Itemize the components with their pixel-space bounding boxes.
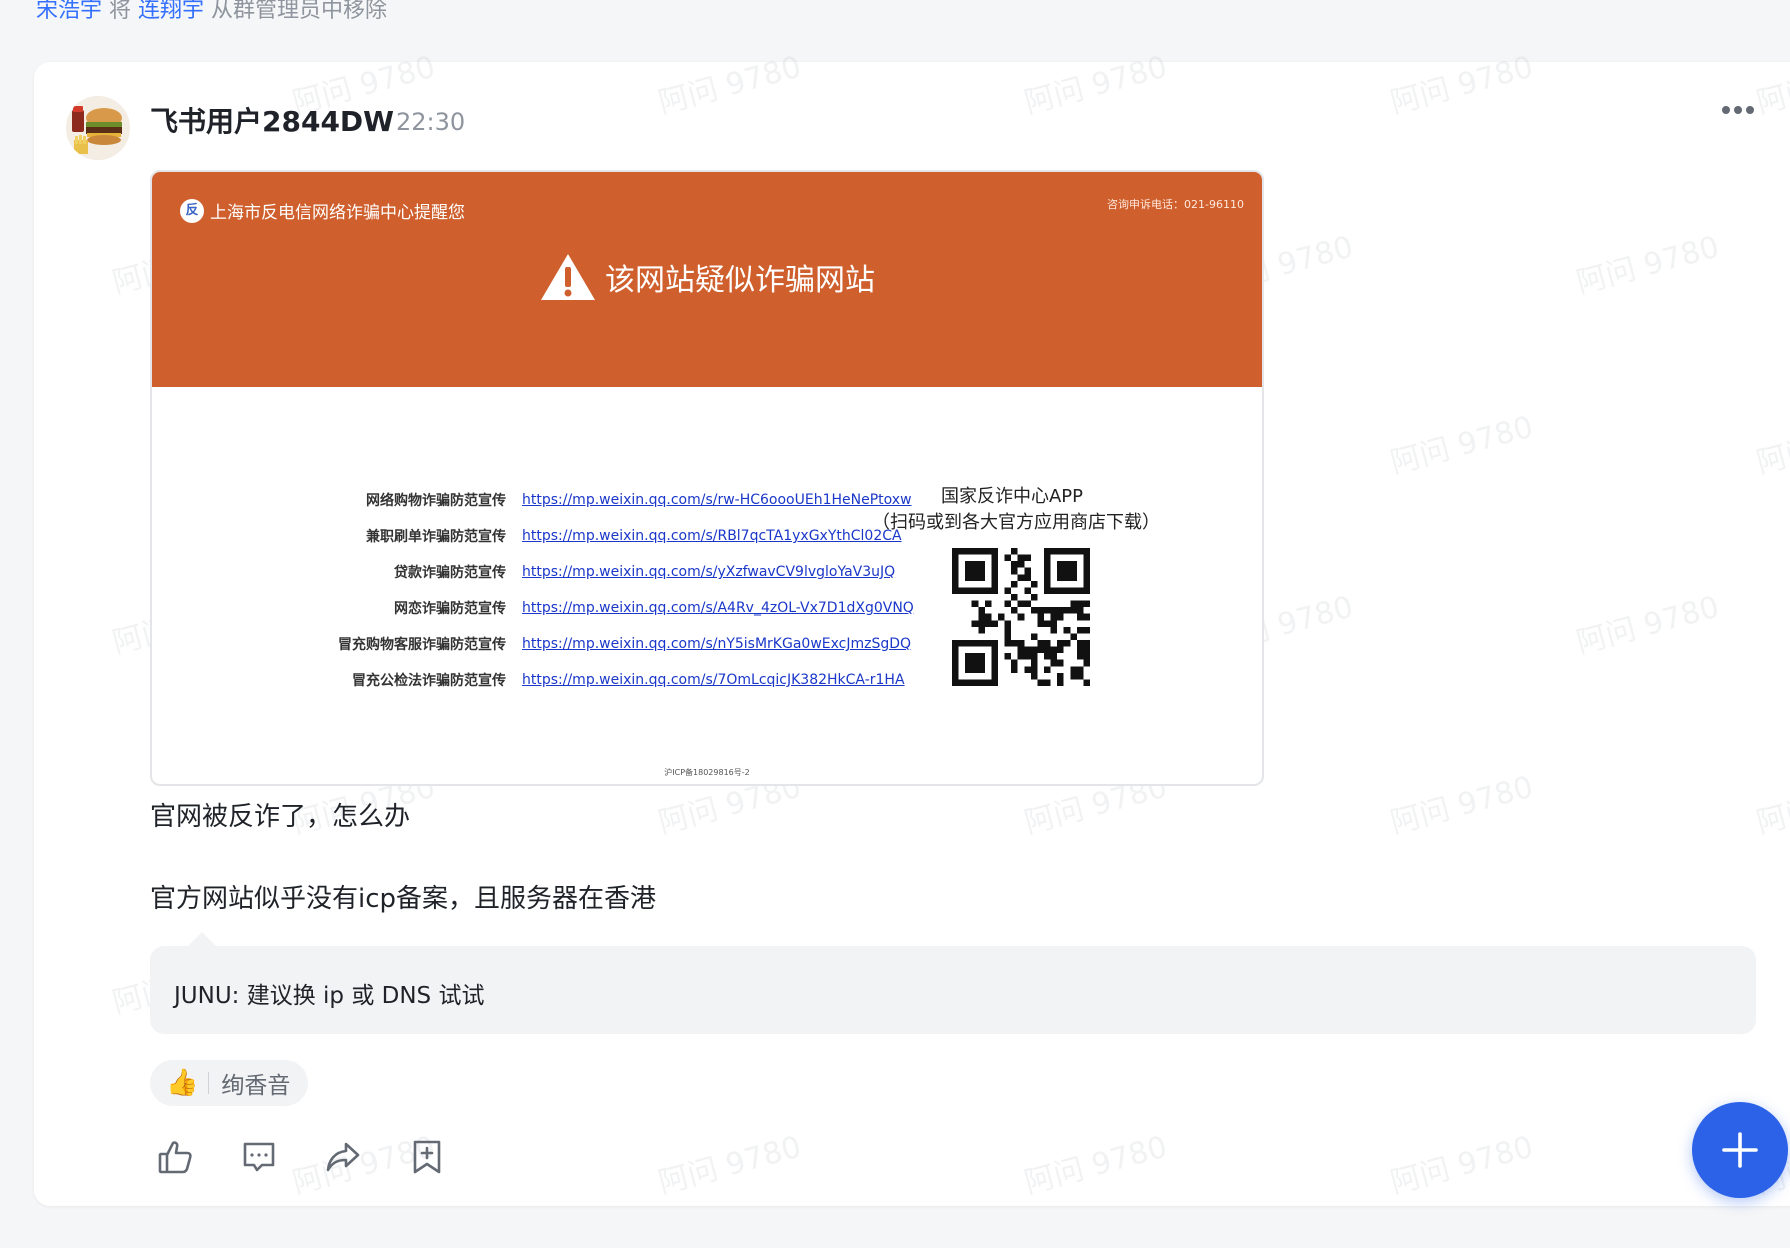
link-row: 冒充购物客服诈骗防范宣传 https://mp.weixin.qq.com/s/… bbox=[202, 626, 914, 662]
like-button[interactable] bbox=[156, 1138, 194, 1176]
app-download-info: 国家反诈中心APP （扫码或到各大官方应用商店下载） bbox=[872, 484, 1160, 536]
banner-phone: 咨询申诉电话：021-96110 bbox=[1107, 198, 1244, 211]
reply-text: JUNU: 建议换 ip 或 DNS 试试 bbox=[174, 983, 485, 1009]
system-action: 从群管理员中移除 bbox=[211, 0, 388, 23]
reaction-pill[interactable]: 👍 绚香音 bbox=[150, 1060, 309, 1106]
warning-icon bbox=[541, 254, 595, 300]
banner-org: 反 上海市反电信网络诈骗中心提醒您 bbox=[180, 198, 465, 223]
plus-icon bbox=[1722, 1132, 1758, 1168]
link-label: 网络购物诈骗防范宣传 bbox=[366, 493, 506, 509]
share-button[interactable] bbox=[324, 1138, 362, 1176]
comment-button[interactable] bbox=[240, 1138, 278, 1176]
comment-icon bbox=[243, 1142, 275, 1172]
link-label: 贷款诈骗防范宣传 bbox=[394, 565, 506, 581]
link-label: 兼职刷单诈骗防范宣传 bbox=[366, 529, 506, 545]
warning-title: 该网站疑似诈骗网站 bbox=[152, 252, 1262, 302]
link-label: 冒充购物客服诈骗防范宣传 bbox=[338, 637, 506, 653]
banner-org-name: 上海市反电信网络诈骗中心提醒您 bbox=[210, 203, 465, 223]
warning-banner: 反 上海市反电信网络诈骗中心提醒您 咨询申诉电话：021-96110 该网站疑似… bbox=[152, 172, 1262, 387]
reply-notch bbox=[188, 932, 216, 946]
message-text-line-1: 官网被反诈了，怎么办 bbox=[150, 802, 411, 832]
reaction-divider bbox=[208, 1072, 210, 1094]
link-row: 贷款诈骗防范宣传 https://mp.weixin.qq.com/s/yXzf… bbox=[202, 554, 914, 590]
system-actor-link[interactable]: 宋浩宇 bbox=[36, 0, 102, 23]
link-url[interactable]: https://mp.weixin.qq.com/s/RBl7qcTA1yxGx… bbox=[522, 528, 902, 544]
app-subtitle: （扫码或到各大官方应用商店下载） bbox=[872, 512, 1160, 533]
icp-footnote: 沪ICP备18029816号-2 bbox=[664, 768, 750, 777]
link-url[interactable]: https://mp.weixin.qq.com/s/nY5isMrKGa0wE… bbox=[522, 636, 911, 652]
reaction-user: 绚香音 bbox=[221, 1073, 291, 1099]
thumbs-up-emoji-icon: 👍 bbox=[166, 1068, 199, 1098]
link-label: 网恋诈骗防范宣传 bbox=[394, 601, 506, 617]
qr-code-icon bbox=[952, 548, 1090, 686]
system-verb: 将 bbox=[109, 0, 132, 23]
link-row: 冒充公检法诈骗防范宣传 https://mp.weixin.qq.com/s/7… bbox=[202, 662, 914, 698]
link-url[interactable]: https://mp.weixin.qq.com/s/A4Rv_4zOL-Vx7… bbox=[522, 600, 914, 616]
link-row: 网恋诈骗防范宣传 https://mp.weixin.qq.com/s/A4Rv… bbox=[202, 590, 914, 626]
author-name[interactable]: 飞书用户2844DW bbox=[150, 100, 394, 140]
burger-avatar-icon bbox=[66, 96, 130, 160]
anti-fraud-logo-icon: 反 bbox=[180, 198, 204, 223]
more-icon bbox=[1722, 106, 1754, 114]
message-time: 22:30 bbox=[396, 108, 466, 136]
link-label: 冒充公检法诈骗防范宣传 bbox=[352, 673, 506, 689]
avatar[interactable] bbox=[66, 96, 130, 160]
system-target-link[interactable]: 连翔宇 bbox=[138, 0, 204, 23]
action-bar bbox=[156, 1138, 446, 1176]
link-url[interactable]: https://mp.weixin.qq.com/s/yXzfwavCV9lvg… bbox=[522, 564, 895, 580]
prevention-links: 网络购物诈骗防范宣传 https://mp.weixin.qq.com/s/rw… bbox=[202, 482, 914, 698]
attached-image[interactable]: 反 上海市反电信网络诈骗中心提醒您 咨询申诉电话：021-96110 该网站疑似… bbox=[150, 170, 1264, 786]
reply-box[interactable]: JUNU: 建议换 ip 或 DNS 试试 bbox=[150, 946, 1756, 1034]
bookmark-add-icon bbox=[413, 1140, 441, 1174]
link-row: 兼职刷单诈骗防范宣传 https://mp.weixin.qq.com/s/RB… bbox=[202, 518, 914, 554]
bookmark-button[interactable] bbox=[408, 1138, 446, 1176]
message-text-line-2: 官方网站似乎没有icp备案，且服务器在香港 bbox=[150, 884, 657, 914]
link-url[interactable]: https://mp.weixin.qq.com/s/7OmLcqicJK382… bbox=[522, 672, 905, 688]
share-icon bbox=[326, 1142, 360, 1172]
link-row: 网络购物诈骗防范宣传 https://mp.weixin.qq.com/s/rw… bbox=[202, 482, 914, 518]
warning-title-text: 该网站疑似诈骗网站 bbox=[605, 263, 875, 298]
system-message: 宋浩宇 将 连翔宇 从群管理员中移除 bbox=[36, 0, 387, 24]
compose-fab-button[interactable] bbox=[1692, 1102, 1788, 1198]
thumbs-up-icon bbox=[158, 1141, 192, 1174]
more-options-button[interactable] bbox=[1718, 98, 1758, 122]
link-url[interactable]: https://mp.weixin.qq.com/s/rw-HC6oooUEh1… bbox=[522, 492, 912, 508]
app-title: 国家反诈中心APP bbox=[940, 486, 1084, 507]
